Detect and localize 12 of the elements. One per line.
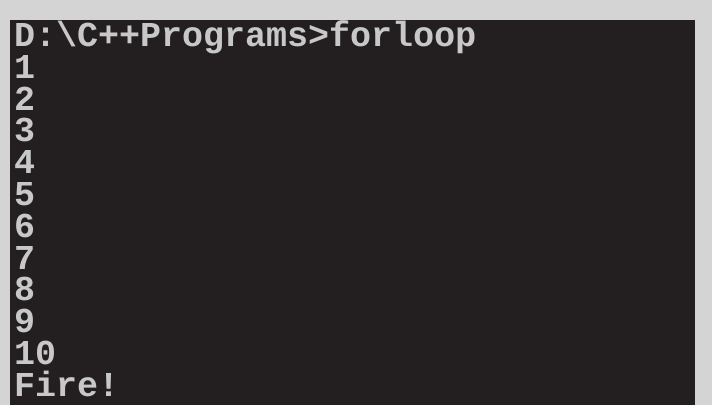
console-line: 9 <box>14 308 36 340</box>
console-line: 4 <box>14 149 36 181</box>
console-line: Fire! <box>14 372 120 404</box>
console-line: 7 <box>14 244 36 276</box>
console-line: 2 <box>14 86 36 118</box>
console-line: 8 <box>14 276 36 308</box>
console-line: 10 <box>14 340 56 372</box>
console-line: 5 <box>14 180 36 213</box>
console-line: D:\C++Programs>forloop <box>14 22 476 54</box>
console-line: 1 <box>14 54 36 86</box>
console-line: 3 <box>14 117 36 150</box>
console-line: 6 <box>14 212 36 245</box>
